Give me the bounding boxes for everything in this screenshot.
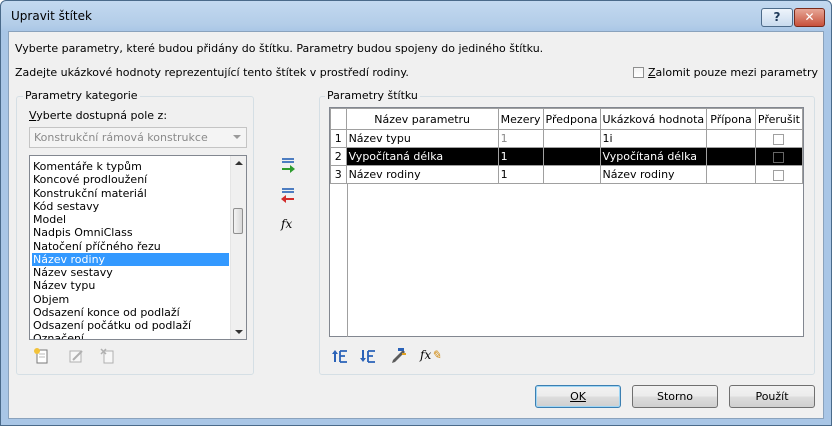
- move-down-icon[interactable]: [359, 347, 377, 365]
- cell-spaces[interactable]: 1: [497, 165, 544, 184]
- intro-line-2: Zadejte ukázkové hodnoty reprezentující …: [15, 66, 409, 79]
- cell-break[interactable]: [754, 129, 804, 148]
- break-checkbox[interactable]: [773, 151, 785, 163]
- cell-break[interactable]: [754, 165, 804, 184]
- add-to-label-icon[interactable]: [279, 156, 297, 174]
- cell-suffix[interactable]: [706, 147, 756, 166]
- dialog-client-area: Vyberte parametry, které budou přidány d…: [8, 31, 824, 419]
- fields-list-item[interactable]: Natočení příčného řezu: [32, 240, 229, 253]
- column-header-spaces[interactable]: Mezery: [497, 108, 544, 130]
- available-fields-list[interactable]: Komentáře k typům Koncové prodloužení Kons…: [29, 155, 247, 340]
- fields-list-item[interactable]: Nadpis OmniClass: [32, 226, 229, 239]
- cell-sample[interactable]: 1i: [599, 129, 708, 148]
- cell-sample[interactable]: Vypočítaná délka: [599, 147, 708, 166]
- ok-button[interactable]: OK: [535, 385, 621, 408]
- delete-parameter-icon: [100, 348, 114, 364]
- row-number: 2: [330, 147, 347, 166]
- help-button[interactable]: ?: [761, 8, 793, 27]
- cell-name[interactable]: Vypočítaná délka: [345, 147, 499, 166]
- category-combo-value: Konstrukční rámová konstrukce: [34, 131, 208, 144]
- select-fields-label: Vyberte dostupná pole z:: [29, 109, 168, 122]
- column-header-sample[interactable]: Ukázková hodnota: [599, 108, 708, 130]
- fields-list-scrollbar[interactable]: [230, 156, 246, 339]
- scroll-thumb[interactable]: [233, 208, 243, 234]
- cell-name[interactable]: Název rodiny: [345, 165, 499, 184]
- scroll-down-icon[interactable]: [235, 330, 243, 334]
- cell-spaces[interactable]: 1: [497, 129, 544, 148]
- column-header-num: [330, 108, 347, 130]
- fields-list-item[interactable]: Koncové prodloužení: [32, 173, 229, 186]
- fields-list-item[interactable]: Komentáře k typům: [32, 160, 229, 173]
- table-header-row: Název parametru Mezery Předpona Ukázková…: [330, 108, 804, 130]
- column-header-break[interactable]: Přerušit: [754, 108, 804, 130]
- fields-list-item[interactable]: Odsazení konce od podlaží: [32, 306, 229, 319]
- fields-list-item[interactable]: Objem: [32, 293, 229, 306]
- break-checkbox[interactable]: [773, 133, 785, 145]
- chevron-down-icon: [233, 135, 241, 139]
- row-number: 1: [330, 129, 347, 148]
- fields-list-item[interactable]: Označení: [32, 332, 229, 339]
- table-row[interactable]: 1 Název typu 1 1i: [330, 129, 804, 148]
- column-header-prefix[interactable]: Předpona: [542, 108, 601, 130]
- label-parameters-grid[interactable]: Název parametru Mezery Předpona Ukázková…: [329, 107, 804, 337]
- column-header-name[interactable]: Název parametru: [345, 108, 499, 130]
- fields-list-item[interactable]: Název typu: [32, 279, 229, 292]
- cell-spaces[interactable]: 1: [497, 147, 544, 166]
- cell-break[interactable]: [754, 147, 804, 166]
- cell-prefix[interactable]: [542, 165, 601, 184]
- fields-list-item[interactable]: Model: [32, 213, 229, 226]
- fields-list-item[interactable]: Odsazení počátku od podlaží: [32, 319, 229, 332]
- grid-divider: [347, 183, 348, 337]
- move-up-icon[interactable]: [331, 347, 349, 365]
- category-combo[interactable]: Konstrukční rámová konstrukce: [29, 127, 247, 148]
- table-row[interactable]: 3 Název rodiny 1 Název rodiny: [330, 165, 804, 184]
- title-bar[interactable]: Upravit štítek ? ✕: [1, 1, 831, 31]
- wrap-label: Zalomit pouze mezi parametry: [648, 66, 819, 79]
- label-parameters-legend: Parametry štítku: [325, 89, 420, 102]
- cell-name[interactable]: Název typu: [345, 129, 499, 148]
- table-row[interactable]: 2 Vypočítaná délka 1 Vypočítaná délka: [330, 147, 804, 166]
- column-header-suffix[interactable]: Přípona: [706, 108, 756, 130]
- fields-list-item[interactable]: Konstrukční materiál: [32, 187, 229, 200]
- fields-list-item[interactable]: Název rodiny: [32, 252, 229, 266]
- cell-sample[interactable]: Název rodiny: [599, 165, 708, 184]
- cell-prefix[interactable]: [542, 147, 601, 166]
- scroll-up-icon[interactable]: [235, 161, 243, 165]
- cell-suffix[interactable]: [706, 129, 756, 148]
- cell-prefix[interactable]: [542, 129, 601, 148]
- dialog-window: Upravit štítek ? ✕ Vyberte parametry, kt…: [0, 0, 832, 426]
- close-button[interactable]: ✕: [794, 8, 825, 27]
- formula-button[interactable]: fx: [281, 217, 292, 231]
- cancel-button[interactable]: Storno: [632, 385, 718, 408]
- row-number: 3: [330, 165, 347, 184]
- fields-list-item[interactable]: Název sestavy: [32, 266, 229, 279]
- cell-suffix[interactable]: [706, 165, 756, 184]
- dialog-title: Upravit štítek: [11, 9, 92, 23]
- wrap-checkbox[interactable]: [633, 67, 644, 78]
- remove-from-label-icon[interactable]: [279, 186, 297, 204]
- intro-line-1: Vyberte parametry, které budou přidány d…: [15, 42, 544, 55]
- edit-parameter-icon: [69, 350, 83, 363]
- edit-units-icon[interactable]: [390, 346, 408, 364]
- label-parameters-table: Název parametru Mezery Předpona Ukázková…: [330, 108, 804, 184]
- apply-button[interactable]: Použít: [729, 385, 815, 408]
- formula-edit-icon[interactable]: fx✎: [420, 348, 441, 362]
- new-parameter-icon[interactable]: [33, 347, 51, 365]
- break-checkbox[interactable]: [773, 169, 785, 181]
- fields-list-item[interactable]: Kód sestavy: [32, 200, 229, 213]
- category-parameters-legend: Parametry kategorie: [23, 89, 140, 102]
